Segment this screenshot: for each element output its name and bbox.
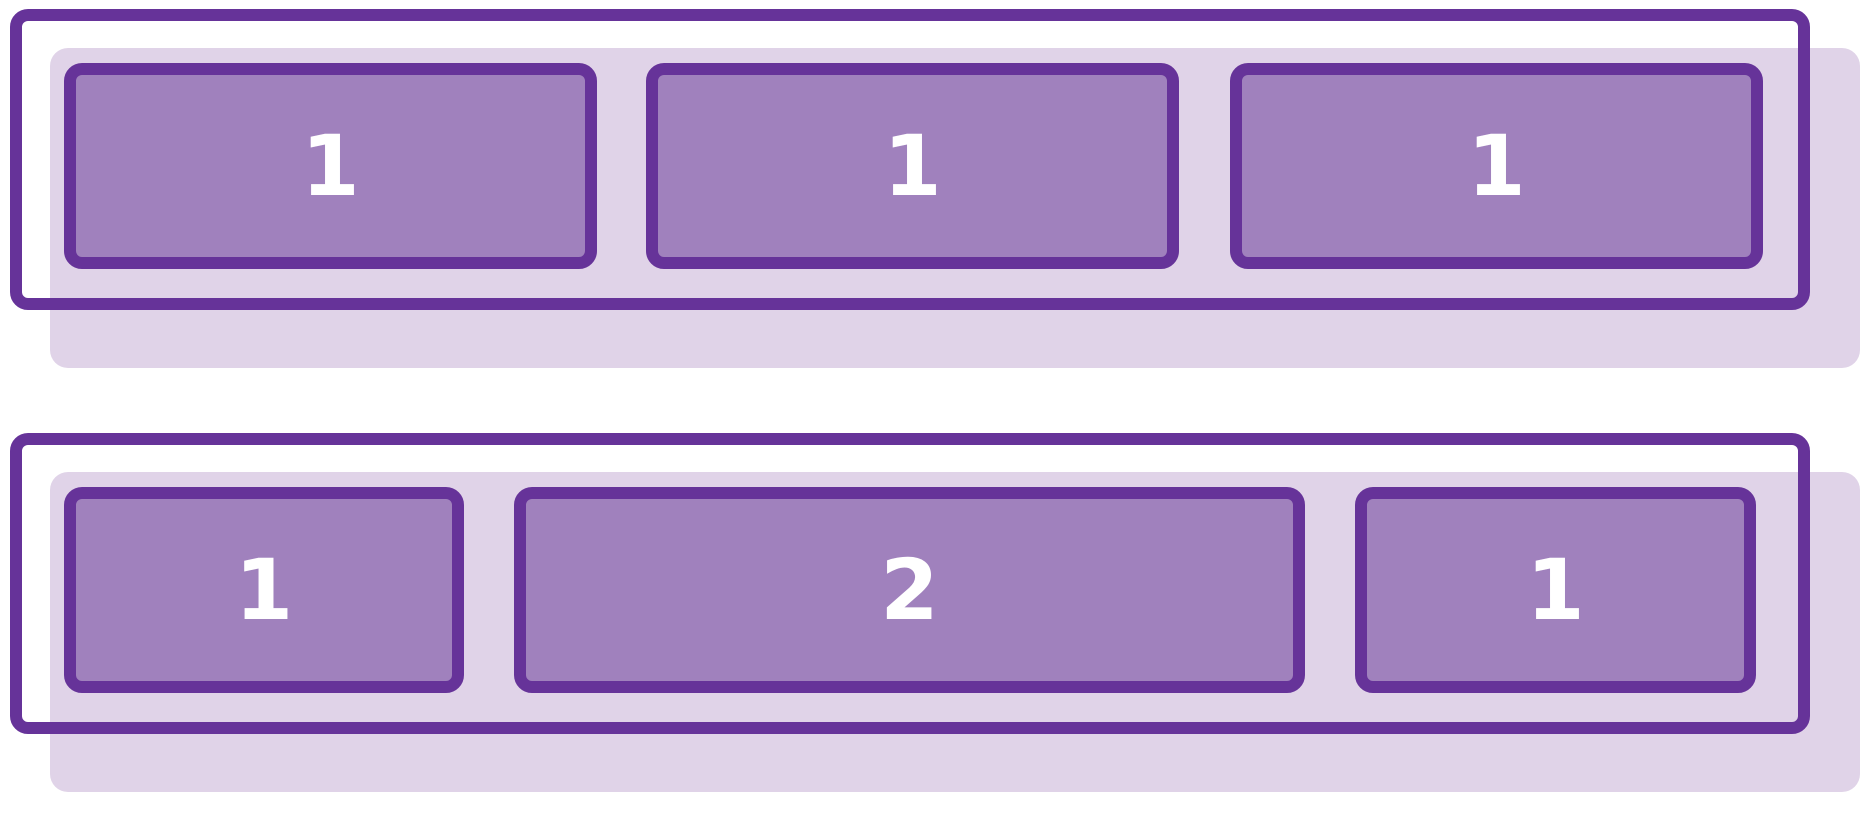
- flex-item-value: 1: [883, 117, 942, 215]
- flex-item-value: 1: [234, 541, 294, 639]
- flex-row-weighted: 1 2 1: [0, 424, 1870, 809]
- flex-item-value: 1: [1526, 541, 1585, 639]
- flex-item: 2: [514, 487, 1305, 693]
- flex-item: 1: [646, 63, 1179, 269]
- flex-row-equal: 1 1 1: [0, 0, 1870, 385]
- flex-item: 1: [1355, 487, 1756, 693]
- flex-item: 1: [64, 487, 464, 693]
- flex-item: 1: [64, 63, 597, 269]
- flex-item-value: 1: [1467, 117, 1526, 215]
- flex-item-value: 2: [880, 541, 939, 639]
- flex-item: 1: [1230, 63, 1763, 269]
- flex-item-value: 1: [301, 117, 360, 215]
